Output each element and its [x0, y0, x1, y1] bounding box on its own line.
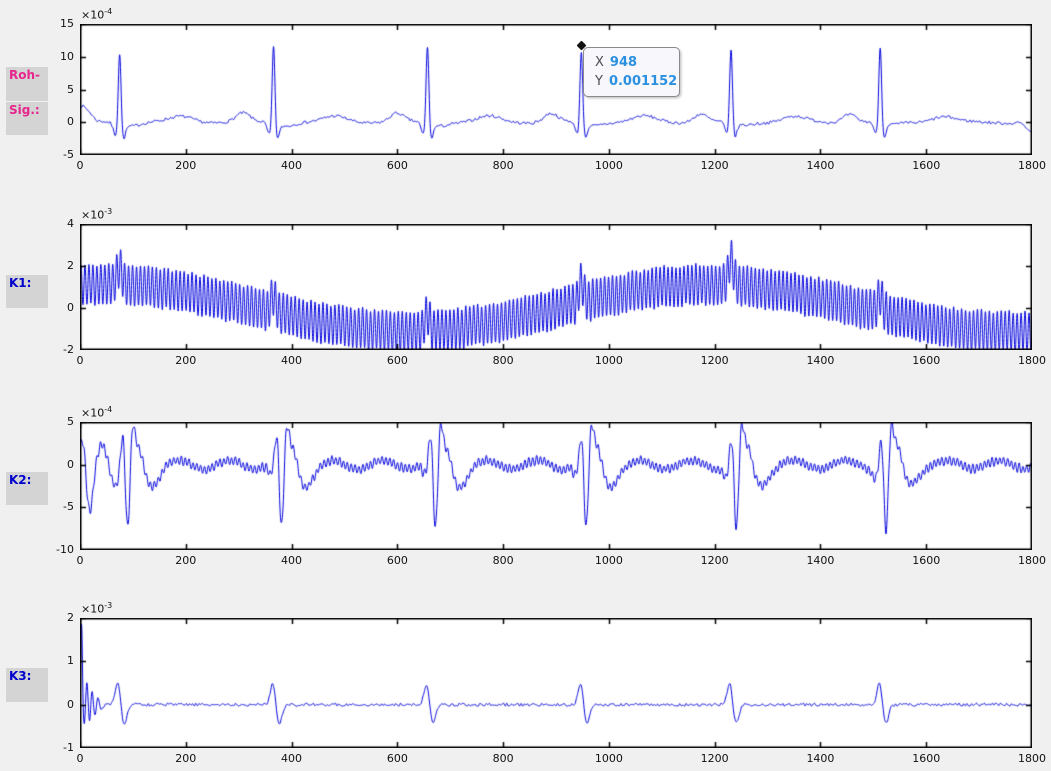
signal-canvas-k1[interactable]: [80, 224, 1032, 350]
x-axis-tick-label: 0: [48, 752, 112, 766]
y-axis-tick-label: 1: [2, 653, 74, 668]
signal-label-roh-line2: Sig.:: [6, 102, 48, 135]
x-axis-tick-label: 0: [48, 554, 112, 568]
data-tip-x-label: X: [595, 55, 604, 70]
x-axis-tick-label: 400: [260, 159, 324, 173]
x-axis-tick-label: 600: [365, 159, 429, 173]
x-axis-tick-label: 1800: [1000, 752, 1051, 766]
signal-label-k2: K2:: [6, 472, 48, 505]
y-axis-tick-label: 2: [2, 258, 74, 273]
y-axis-tick-label: 15: [2, 16, 74, 31]
x-axis-tick-label: 1000: [577, 159, 641, 173]
x-axis-tick-label: 600: [365, 354, 429, 368]
x-axis-tick-label: 1200: [683, 554, 747, 568]
y-axis-exponent: ×10-3: [81, 207, 112, 222]
x-axis-tick-label: 400: [260, 354, 324, 368]
data-tip[interactable]: X 948 Y 0.001152: [583, 47, 680, 97]
y-axis-exponent: ×10-3: [81, 601, 112, 616]
x-axis-tick-label: 0: [48, 159, 112, 173]
signal-canvas-k2[interactable]: [80, 422, 1032, 550]
x-axis-tick-label: 1000: [577, 554, 641, 568]
x-axis-tick-label: 1400: [788, 159, 852, 173]
y-axis-tick-label: 10: [2, 49, 74, 64]
x-axis-tick-label: 1400: [788, 554, 852, 568]
y-axis-tick-label: 4: [2, 216, 74, 231]
x-axis-tick-label: 800: [471, 752, 535, 766]
x-axis-tick-label: 1200: [683, 354, 747, 368]
x-axis-tick-label: 600: [365, 554, 429, 568]
signal-label-k1: K1:: [6, 275, 48, 308]
data-tip-y-row: Y 0.001152: [595, 72, 679, 91]
y-axis-tick-label: 2: [2, 610, 74, 625]
signal-canvas-roh-sig[interactable]: [80, 24, 1032, 155]
x-axis-tick-label: 1600: [894, 159, 958, 173]
x-axis-tick-label: 1400: [788, 354, 852, 368]
data-tip-x-value: 948: [610, 55, 637, 70]
x-axis-tick-label: 200: [154, 159, 218, 173]
y-axis-exponent: ×10-4: [81, 405, 112, 420]
x-axis-tick-label: 200: [154, 554, 218, 568]
x-axis-tick-label: 800: [471, 159, 535, 173]
x-axis-tick-label: 1200: [683, 752, 747, 766]
y-axis-tick-label: 5: [2, 414, 74, 429]
x-axis-tick-label: 800: [471, 354, 535, 368]
x-axis-tick-label: 0: [48, 354, 112, 368]
x-axis-tick-label: 1800: [1000, 554, 1051, 568]
x-axis-tick-label: 400: [260, 554, 324, 568]
x-axis-tick-label: 200: [154, 752, 218, 766]
x-axis-tick-label: 1200: [683, 159, 747, 173]
x-axis-tick-label: 1600: [894, 752, 958, 766]
x-axis-tick-label: 600: [365, 752, 429, 766]
x-axis-tick-label: 800: [471, 554, 535, 568]
x-axis-tick-label: 1000: [577, 752, 641, 766]
x-axis-tick-label: 200: [154, 354, 218, 368]
data-tip-y-label: Y: [595, 74, 603, 89]
y-axis-tick-label: 0: [2, 457, 74, 472]
signal-canvas-k3[interactable]: [80, 618, 1032, 748]
figure-window: ×10-4 151050-502004006008001000120014001…: [0, 0, 1051, 771]
x-axis-tick-label: 1600: [894, 354, 958, 368]
signal-label-k3: K3:: [6, 668, 48, 702]
x-axis-tick-label: 1800: [1000, 159, 1051, 173]
x-axis-tick-label: 1400: [788, 752, 852, 766]
data-tip-x-row: X 948: [595, 53, 679, 72]
x-axis-tick-label: 1800: [1000, 354, 1051, 368]
data-tip-y-value: 0.001152: [609, 74, 677, 89]
x-axis-tick-label: 1000: [577, 354, 641, 368]
y-axis-exponent: ×10-4: [81, 7, 112, 22]
signal-label-roh-line1: Roh-: [6, 67, 48, 101]
x-axis-tick-label: 1600: [894, 554, 958, 568]
x-axis-tick-label: 400: [260, 752, 324, 766]
